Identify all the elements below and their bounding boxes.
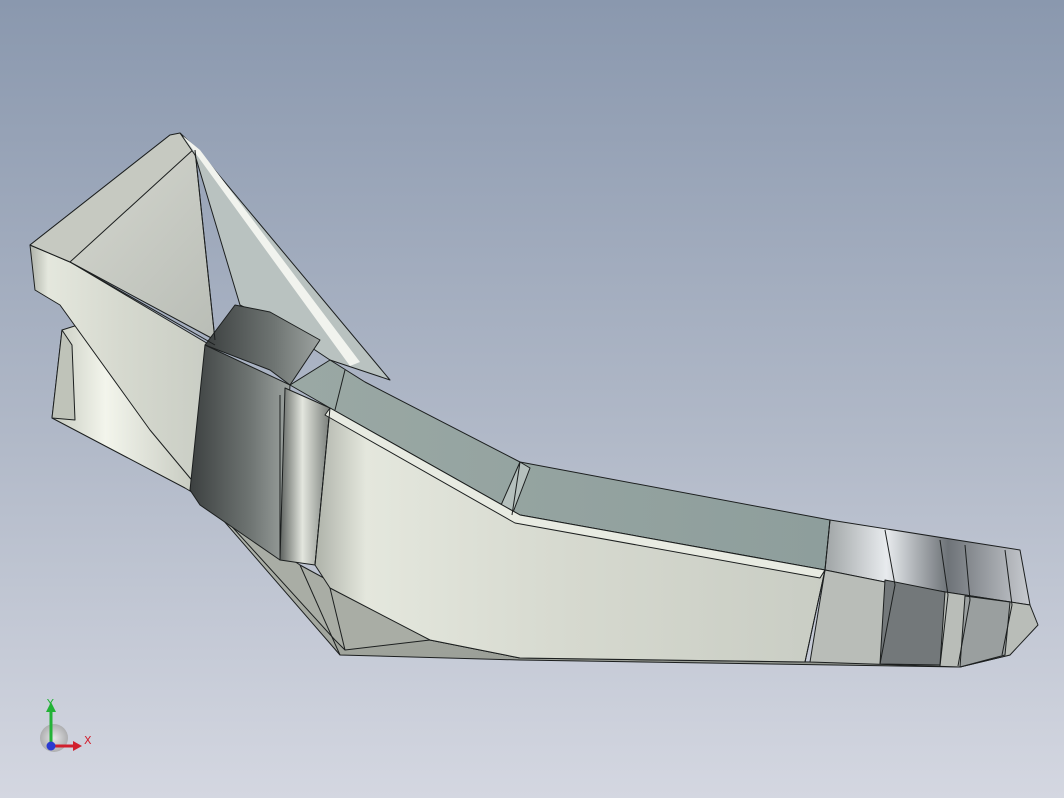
- z-axis-point: [46, 741, 56, 751]
- x-axis-label: X: [84, 734, 92, 747]
- y-axis-label: Y: [47, 697, 54, 710]
- axis-triad: X Y: [40, 696, 100, 756]
- tip-front-shade: [879, 579, 946, 666]
- model-viewport[interactable]: X Y: [0, 0, 1064, 798]
- x-axis-arrow: [73, 741, 82, 751]
